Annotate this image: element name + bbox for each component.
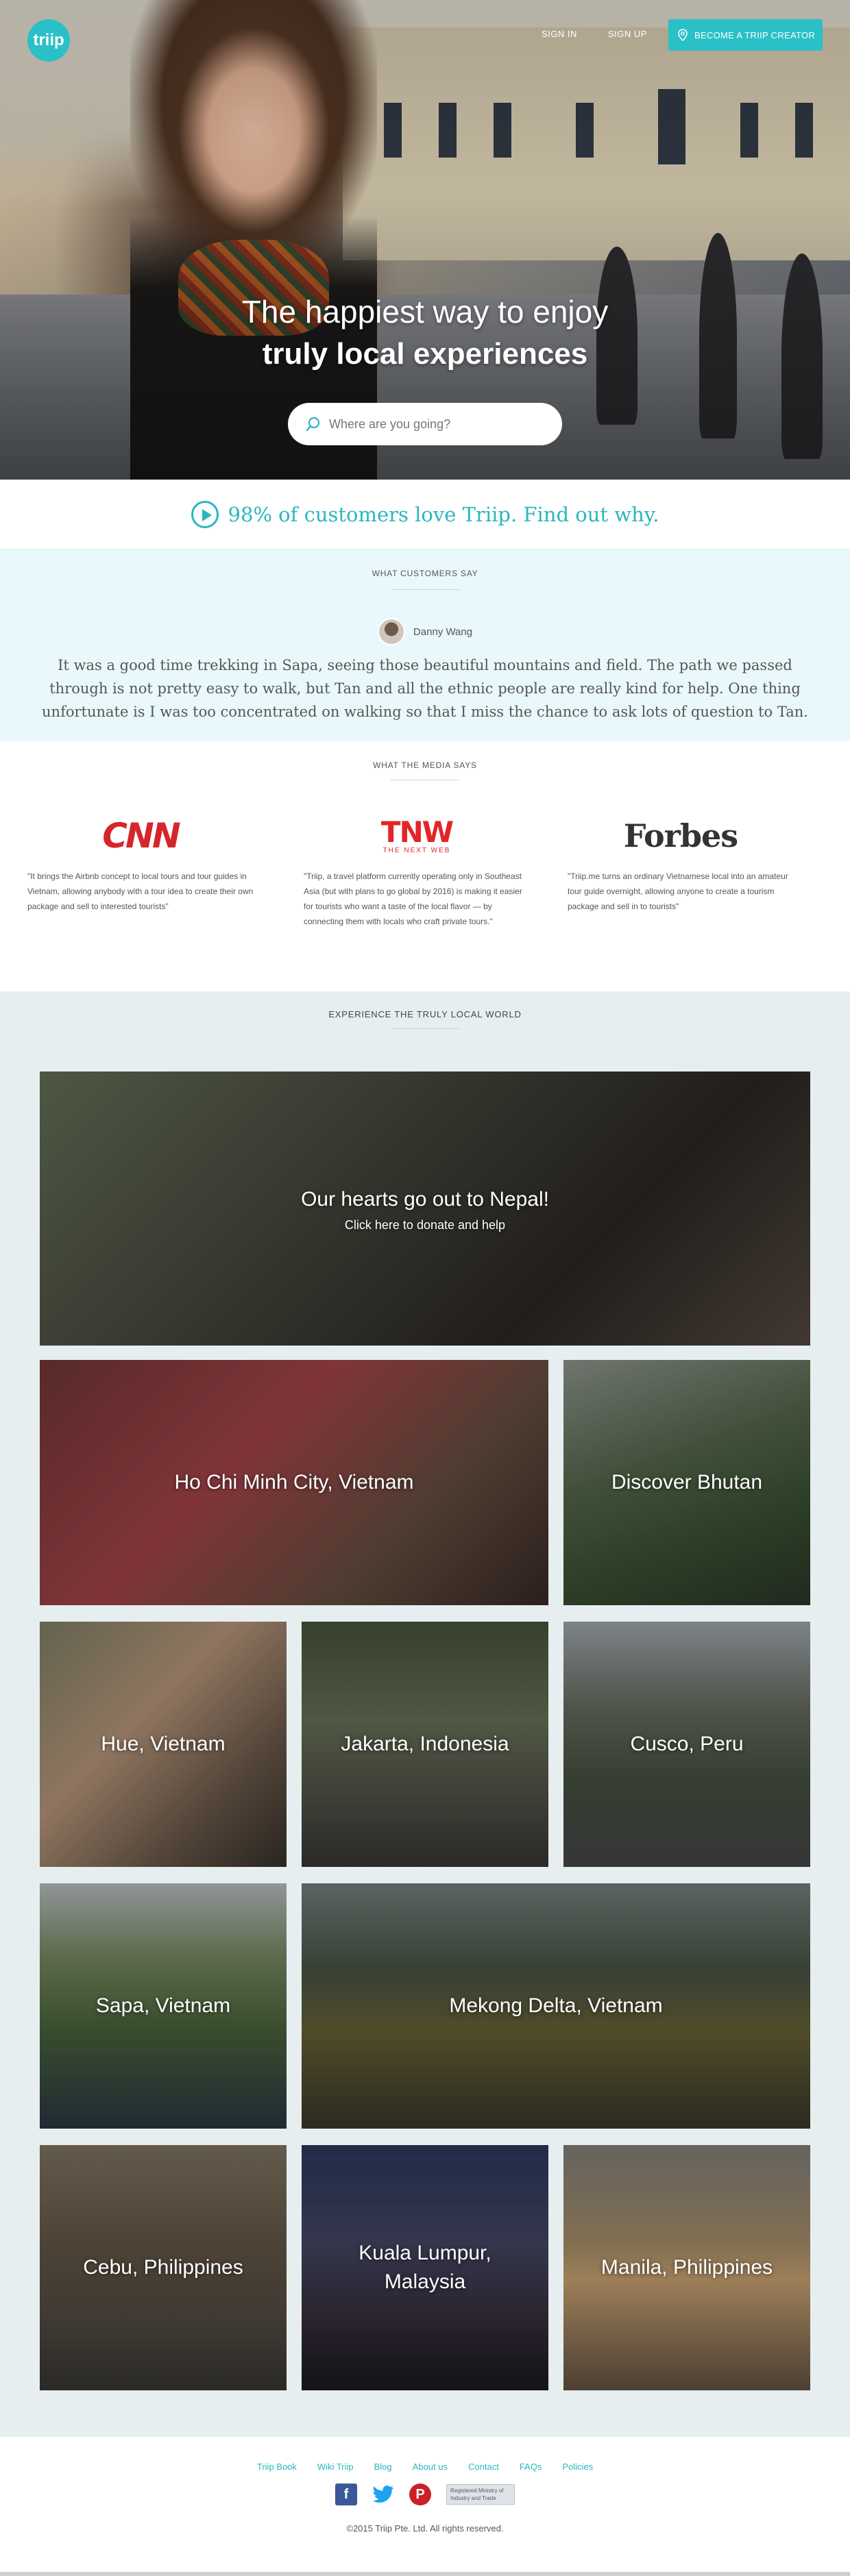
cnn-logo-text: CNN xyxy=(102,816,180,856)
forbes-logo-text: Forbes xyxy=(623,817,738,854)
divider xyxy=(391,1028,459,1029)
footer-link-policies[interactable]: Policies xyxy=(562,2462,593,2472)
copyright: ©2015 Triip Pte. Ltd. All rights reserve… xyxy=(346,2523,504,2534)
tile-destination[interactable]: Cebu, Philippines xyxy=(40,2145,287,2390)
tile-destination[interactable]: Jakarta, Indonesia xyxy=(302,1622,548,1867)
footer-link-contact[interactable]: Contact xyxy=(468,2462,499,2472)
become-creator-label: BECOME A TRIIP CREATOR xyxy=(694,29,816,40)
footer-link-about-us[interactable]: About us xyxy=(413,2462,448,2472)
ministry-registered-badge[interactable]: Registered Ministry of Industry and Trad… xyxy=(446,2484,515,2505)
facebook-icon[interactable]: f xyxy=(335,2484,357,2505)
testimonial-heading: WHAT CUSTOMERS SAY xyxy=(372,569,478,578)
media-section: WHAT THE MEDIA SAYS CNN "It brings the A… xyxy=(0,741,850,991)
pinterest-icon[interactable]: P xyxy=(409,2484,431,2505)
media-quote: "Triip, a travel platform currently oper… xyxy=(304,871,522,926)
cnn-logo: CNN xyxy=(27,815,254,856)
hero: triip SIGN IN SIGN UP BECOME A TRIIP CRE… xyxy=(0,0,850,480)
testimonial-section: WHAT CUSTOMERS SAY Danny Wang It was a g… xyxy=(0,549,850,741)
media-item-forbes: Forbes "Triip.me turns an ordinary Vietn… xyxy=(568,815,794,914)
testimonial-author: Danny Wang xyxy=(0,618,850,645)
footer-links: Triip Book Wiki Triip Blog About us Cont… xyxy=(0,2462,850,2472)
media-heading: WHAT THE MEDIA SAYS xyxy=(373,760,477,770)
tile-nepal-subtitle: Click here to donate and help xyxy=(344,1217,506,1232)
tile-nepal-title: Our hearts go out to Nepal! xyxy=(301,1187,549,1211)
tnw-logo-sub: THE NEXT WEB xyxy=(382,846,451,854)
tile-destination[interactable]: Manila, Philippines xyxy=(563,2145,810,2390)
search-input[interactable] xyxy=(329,417,548,432)
tile-destination[interactable]: Hue, Vietnam xyxy=(40,1622,287,1867)
tile-destination[interactable]: Discover Bhutan xyxy=(563,1360,810,1605)
become-creator-button[interactable]: BECOME A TRIIP CREATOR xyxy=(668,19,823,51)
avatar xyxy=(377,618,405,645)
tnw-logo-text: TNW xyxy=(380,815,454,849)
sign-in-link[interactable]: SIGN IN xyxy=(542,29,577,39)
tile-label: Sapa, Vietnam xyxy=(95,1994,231,2017)
tile-destination[interactable]: Ho Chi Minh City, Vietnam xyxy=(40,1360,548,1605)
media-item-tnw: TNW THE NEXT WEB "Triip, a travel platfo… xyxy=(304,815,530,929)
experience-heading: EXPERIENCE THE TRULY LOCAL WORLD xyxy=(328,1009,522,1019)
logo[interactable]: triip xyxy=(27,19,70,62)
hero-subtitle: truly local experiences xyxy=(262,337,588,371)
media-quote: "It brings the Airbnb concept to local t… xyxy=(27,871,254,911)
footer-link-wiki-triip[interactable]: Wiki Triip xyxy=(317,2462,354,2472)
footer-link-blog[interactable]: Blog xyxy=(374,2462,392,2472)
footer-link-triip-book[interactable]: Triip Book xyxy=(257,2462,297,2472)
media-item-cnn: CNN "It brings the Airbnb concept to loc… xyxy=(27,815,254,914)
experience-section: EXPERIENCE THE TRULY LOCAL WORLD Our hea… xyxy=(0,991,850,2437)
tile-destination[interactable]: Mekong Delta, Vietnam xyxy=(302,1883,810,2129)
tile-label: Manila, Philippines xyxy=(600,2256,773,2279)
tile-destination[interactable]: Cusco, Peru xyxy=(563,1622,810,1867)
forbes-logo: Forbes xyxy=(568,815,794,856)
tile-label: Discover Bhutan xyxy=(611,1471,763,1494)
tile-nepal[interactable]: Our hearts go out to Nepal! Click here t… xyxy=(40,1072,810,1346)
tile-label: Kuala Lumpur, Malaysia xyxy=(359,2242,491,2293)
tnw-logo: TNW THE NEXT WEB xyxy=(304,815,530,856)
search-icon xyxy=(306,417,320,432)
author-name: Danny Wang xyxy=(413,626,473,638)
sign-up-link[interactable]: SIGN UP xyxy=(608,29,647,39)
location-pin-icon xyxy=(678,29,688,41)
tile-destination[interactable]: Kuala Lumpur, Malaysia xyxy=(302,2145,548,2390)
tile-label: Cusco, Peru xyxy=(630,1733,744,1755)
twitter-icon[interactable] xyxy=(372,2484,394,2505)
tagline-text[interactable]: 98% of customers love Triip. Find out wh… xyxy=(228,503,659,526)
media-quote: "Triip.me turns an ordinary Vietnamese l… xyxy=(568,871,788,911)
divider xyxy=(391,589,459,590)
tile-label: Hue, Vietnam xyxy=(101,1733,226,1755)
tile-label: Cebu, Philippines xyxy=(83,2256,243,2279)
social-links: f P Registered Ministry of Industry and … xyxy=(0,2484,850,2505)
tile-destination[interactable]: Sapa, Vietnam xyxy=(40,1883,287,2129)
footer: Triip Book Wiki Triip Blog About us Cont… xyxy=(0,2437,850,2576)
hero-title: The happiest way to enjoy xyxy=(241,294,609,330)
tile-label: Ho Chi Minh City, Vietnam xyxy=(174,1471,414,1494)
tile-label: Mekong Delta, Vietnam xyxy=(449,1994,663,2017)
footer-link-faqs[interactable]: FAQs xyxy=(520,2462,542,2472)
tile-label: Jakarta, Indonesia xyxy=(341,1733,509,1755)
testimonial-quote: It was a good time trekking in Sapa, see… xyxy=(42,657,808,720)
play-icon[interactable] xyxy=(191,500,219,528)
tagline-bar[interactable]: 98% of customers love Triip. Find out wh… xyxy=(0,480,850,549)
search-box[interactable] xyxy=(288,403,562,445)
